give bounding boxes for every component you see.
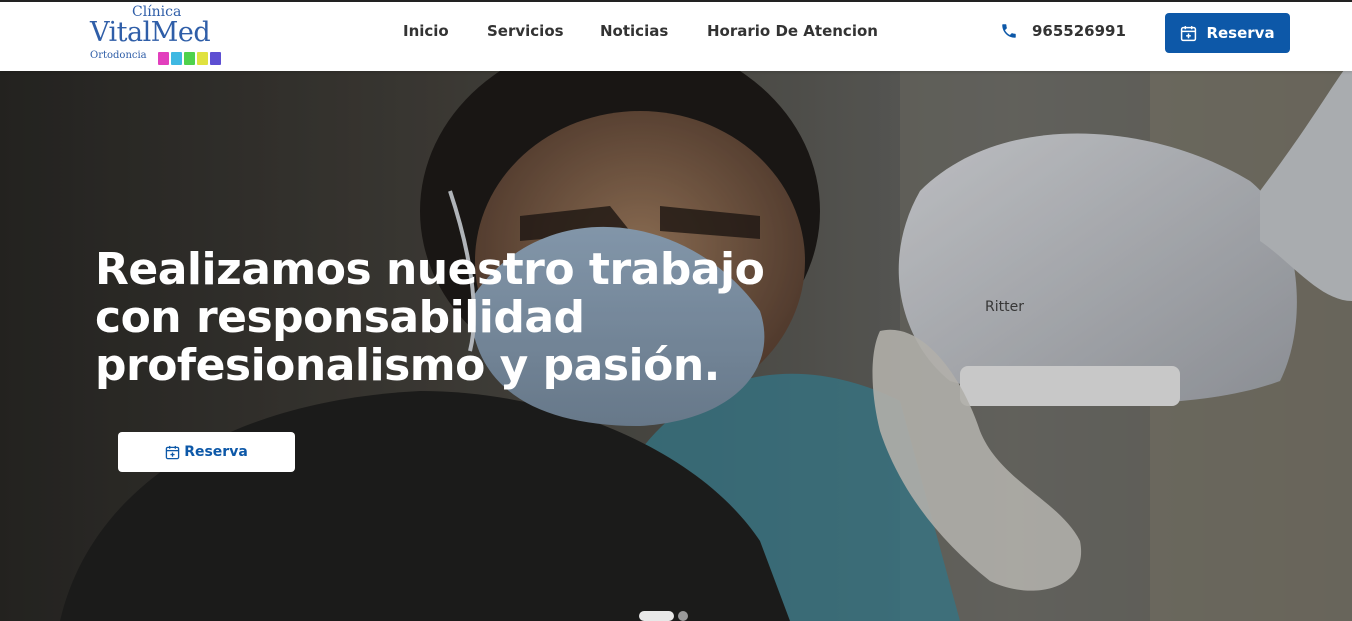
- hero-reserva-button[interactable]: Reserva: [118, 432, 295, 472]
- slider-pagination: [639, 611, 688, 621]
- phone-number: 965526991: [1032, 22, 1126, 40]
- hero-title-line: Realizamos nuestro trabajo: [95, 244, 765, 295]
- nav-item-inicio[interactable]: Inicio: [403, 22, 449, 40]
- logo-bar: [184, 52, 195, 65]
- logo-bar: [171, 52, 182, 65]
- phone-icon: [1002, 24, 1016, 38]
- slider-dot[interactable]: [678, 611, 688, 621]
- logo-bar: [158, 52, 169, 65]
- logo-sub-text: Ortodoncia: [90, 50, 147, 61]
- hero-title-line: con responsabilidad: [95, 292, 585, 343]
- logo-main-text: VitalMed: [90, 17, 211, 48]
- slider-dot-active[interactable]: [639, 611, 674, 621]
- nav-item-horario[interactable]: Horario De Atencion: [707, 22, 878, 40]
- phone-link[interactable]: 965526991: [1000, 22, 1126, 40]
- calendar-plus-icon: [1181, 25, 1197, 41]
- logo-color-bars: [158, 52, 221, 65]
- nav-item-noticias[interactable]: Noticias: [600, 22, 668, 40]
- hero-reserva-label: Reserva: [184, 444, 248, 460]
- site-header: Clínica VitalMed Ortodoncia Inicio Servi…: [0, 0, 1352, 71]
- header-reserva-label: Reserva: [1206, 24, 1275, 42]
- calendar-plus-icon: [165, 445, 180, 459]
- hero-slider: Ritter Realizamos nuestro trabajo con re…: [0, 71, 1352, 621]
- clinic-logo[interactable]: Clínica VitalMed Ortodoncia: [86, 4, 236, 70]
- logo-bar: [210, 52, 221, 65]
- nav-item-servicios[interactable]: Servicios: [487, 22, 564, 40]
- hero-title: Realizamos nuestro trabajo con responsab…: [95, 246, 855, 390]
- header-reserva-button[interactable]: Reserva: [1165, 13, 1290, 53]
- hero-title-line: profesionalismo y pasión.: [95, 340, 720, 391]
- logo-bar: [197, 52, 208, 65]
